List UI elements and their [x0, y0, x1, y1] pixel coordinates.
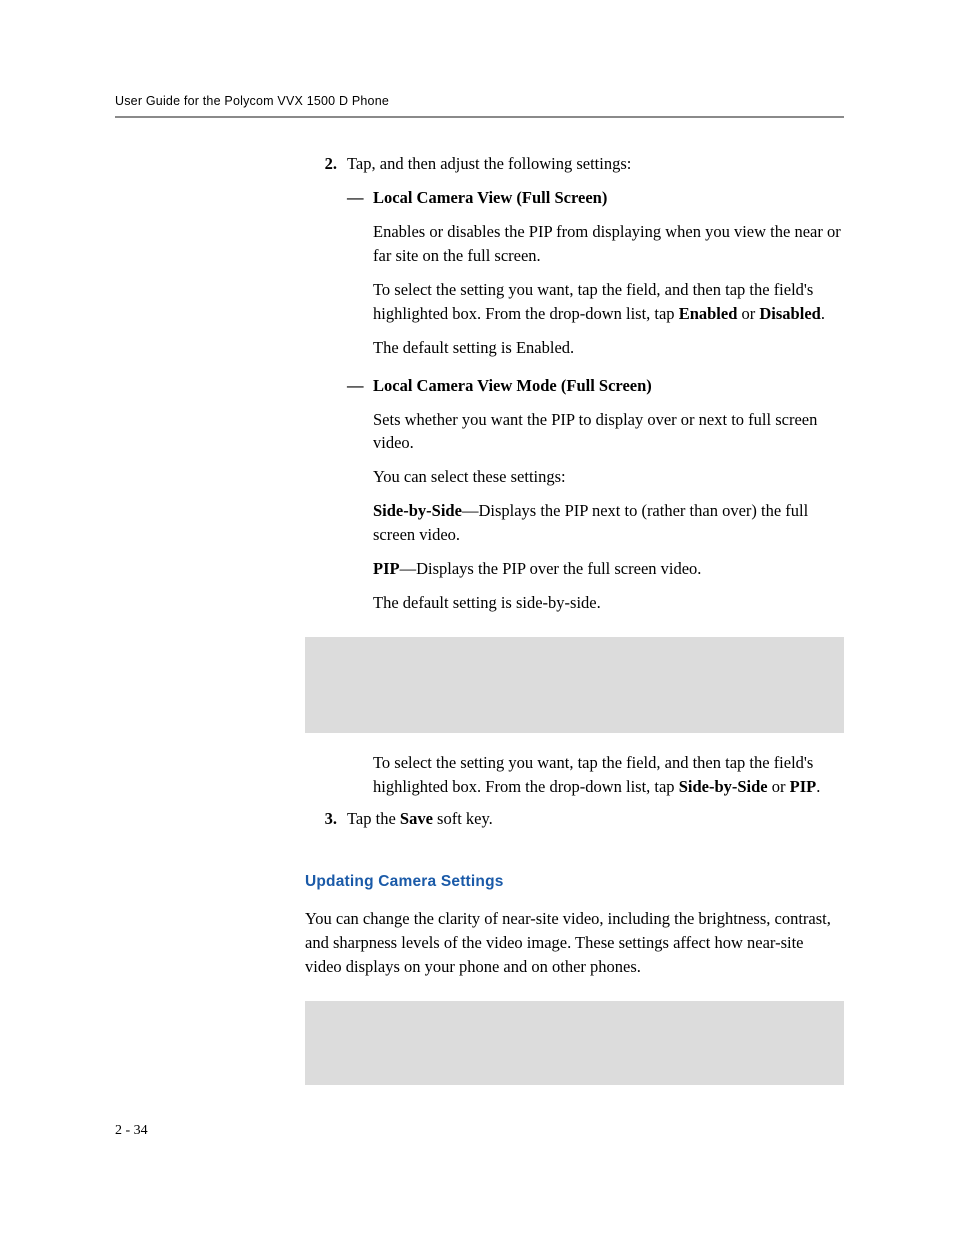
note-box: [305, 1001, 844, 1085]
dash-icon: —: [347, 374, 373, 398]
text-bold-pip: PIP: [790, 777, 817, 796]
step-body: To select the setting you want, tap the …: [347, 751, 844, 799]
page-number: 2 - 34: [115, 1121, 148, 1141]
step-body: Tap the Save soft key.: [347, 807, 844, 831]
body-paragraph: To select the setting you want, tap the …: [373, 278, 844, 326]
running-head: User Guide for the Polycom VVX 1500 D Ph…: [115, 92, 844, 110]
text-bold-side-by-side: Side-by-Side: [373, 501, 462, 520]
text-bold-disabled: Disabled: [759, 304, 820, 323]
bullet-title: Local Camera View Mode (Full Screen): [373, 376, 652, 395]
bullet-body: Local Camera View Mode (Full Screen): [373, 374, 844, 398]
step-2-intro: Tap, and then adjust the following setti…: [347, 154, 631, 173]
bullet-title: Local Camera View (Full Screen): [373, 188, 607, 207]
note-box: [305, 637, 844, 733]
text-run: Tap the: [347, 809, 400, 828]
body-paragraph: Enables or disables the PIP from display…: [373, 220, 844, 268]
text-run: or: [768, 777, 790, 796]
text-run: soft key.: [433, 809, 493, 828]
bullet-local-camera-view-mode: — Local Camera View Mode (Full Screen): [347, 374, 844, 398]
step-number-spacer: [305, 751, 347, 799]
text-run: —Displays the PIP over the full screen v…: [400, 559, 702, 578]
bullet-body: Local Camera View (Full Screen): [373, 186, 844, 210]
dash-icon: —: [347, 186, 373, 210]
header-rule: [115, 116, 844, 118]
text-bold-pip: PIP: [373, 559, 400, 578]
text-run: .: [821, 304, 825, 323]
step-body: Tap, and then adjust the following setti…: [347, 152, 844, 615]
body-paragraph: Side-by-Side—Displays the PIP next to (r…: [373, 499, 844, 547]
step-number: 3.: [305, 807, 347, 831]
body-paragraph: The default setting is side-by-side.: [373, 591, 844, 615]
body-paragraph: To select the setting you want, tap the …: [373, 751, 844, 799]
text-run: .: [816, 777, 820, 796]
body-paragraph: The default setting is Enabled.: [373, 336, 844, 360]
bullet-local-camera-view: — Local Camera View (Full Screen): [347, 186, 844, 210]
body-paragraph: PIP—Displays the PIP over the full scree…: [373, 557, 844, 581]
step-number: 2.: [305, 152, 347, 615]
body-paragraph: Sets whether you want the PIP to display…: [373, 408, 844, 456]
text-bold-side-by-side: Side-by-Side: [679, 777, 768, 796]
text-run: or: [737, 304, 759, 323]
section-heading-updating-camera-settings: Updating Camera Settings: [305, 871, 844, 893]
document-page: User Guide for the Polycom VVX 1500 D Ph…: [0, 0, 954, 1235]
main-content: 2. Tap, and then adjust the following se…: [305, 152, 844, 1085]
body-paragraph: You can select these settings:: [373, 465, 844, 489]
text-bold-enabled: Enabled: [679, 304, 738, 323]
body-paragraph: You can change the clarity of near-site …: [305, 907, 844, 979]
text-bold-save: Save: [400, 809, 433, 828]
step-2: 2. Tap, and then adjust the following se…: [305, 152, 844, 615]
step-2-continued: To select the setting you want, tap the …: [305, 751, 844, 799]
step-3: 3. Tap the Save soft key.: [305, 807, 844, 831]
